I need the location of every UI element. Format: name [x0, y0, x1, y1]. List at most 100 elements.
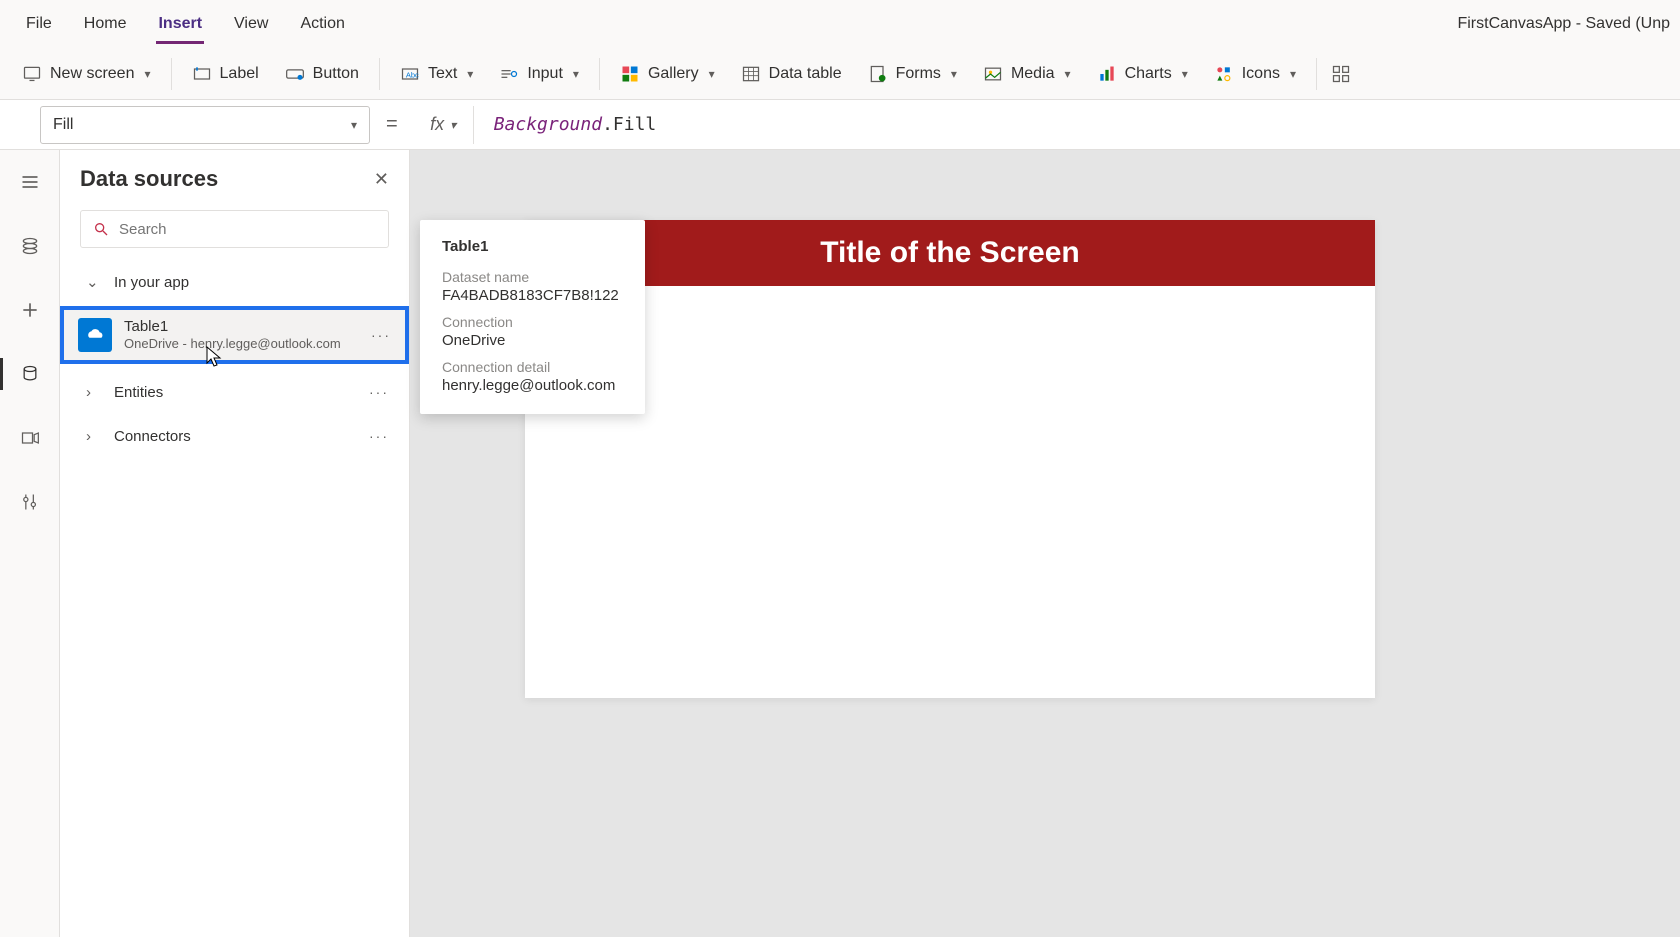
search-input[interactable] [119, 221, 376, 238]
button-label: Button [313, 65, 359, 83]
new-screen-button[interactable]: New screen ▾ [10, 54, 163, 94]
section-connectors[interactable]: › Connectors ··· [60, 414, 409, 458]
data-source-sub: OneDrive - henry.legge@outlook.com [124, 336, 341, 352]
fx-button[interactable]: fx ▾ [414, 106, 474, 144]
button-button[interactable]: Button [273, 54, 371, 94]
chevron-down-icon: ▾ [144, 67, 150, 81]
forms-label: Forms [896, 65, 941, 83]
data-source-item-table1[interactable]: Table1 OneDrive - henry.legge@outlook.co… [60, 306, 409, 364]
chevron-down-icon: ▾ [1182, 67, 1188, 81]
panel-header: Data sources ✕ [60, 150, 409, 202]
media-icon [983, 64, 1003, 84]
canvas[interactable]: Title of the Screen [525, 220, 1375, 698]
media-button[interactable]: Media ▾ [971, 54, 1083, 94]
input-label: Input [527, 65, 563, 83]
icons-button[interactable]: Icons ▾ [1202, 54, 1308, 94]
gallery-icon [620, 64, 640, 84]
data-table-icon [741, 64, 761, 84]
gallery-button[interactable]: Gallery ▾ [608, 54, 727, 94]
media-nav-icon[interactable] [18, 426, 42, 450]
more-icon[interactable]: ··· [369, 428, 389, 444]
tooltip-dataset-label: Dataset name [442, 269, 623, 285]
panel-title: Data sources [80, 166, 218, 192]
hamburger-icon[interactable] [18, 170, 42, 194]
data-icon[interactable] [18, 362, 42, 386]
ribbon: New screen ▾ Label Button Abc Text ▾ Inp… [0, 48, 1680, 100]
screen-icon [22, 64, 42, 84]
app-title: FirstCanvasApp - Saved (Unp [1457, 15, 1670, 33]
property-name: Fill [53, 116, 73, 134]
left-nav [0, 150, 60, 937]
chevron-down-icon: ▾ [450, 118, 456, 132]
forms-button[interactable]: Forms ▾ [856, 54, 969, 94]
chevron-down-icon: ⌄ [86, 273, 100, 291]
menu-view[interactable]: View [218, 0, 284, 48]
equals-sign: = [380, 113, 404, 136]
formula-property: .Fill [602, 114, 656, 135]
separator [379, 58, 380, 90]
label-button[interactable]: Label [180, 54, 271, 94]
data-table-label: Data table [769, 65, 842, 83]
tooltip-detail-value: henry.legge@outlook.com [442, 377, 623, 394]
label-icon [192, 64, 212, 84]
new-screen-label: New screen [50, 65, 134, 83]
data-table-button[interactable]: Data table [729, 54, 854, 94]
charts-button[interactable]: Charts ▾ [1085, 54, 1200, 94]
tools-icon[interactable] [18, 490, 42, 514]
section-in-your-app[interactable]: ⌄ In your app [60, 260, 409, 304]
menu-home[interactable]: Home [68, 0, 143, 48]
label-label: Label [220, 65, 259, 83]
chevron-down-icon: ▾ [709, 67, 715, 81]
formula-bar: Fill ▾ = fx ▾ Background.Fill [0, 100, 1680, 150]
chevron-right-icon: › [86, 428, 100, 445]
chevron-down-icon: ▾ [351, 118, 357, 132]
screen-title-label[interactable]: Title of the Screen [525, 220, 1375, 286]
datasource-tooltip: Table1 Dataset name FA4BADB8183CF7B8!122… [420, 220, 645, 414]
property-selector[interactable]: Fill ▾ [40, 106, 370, 144]
search-box[interactable] [80, 210, 389, 248]
insert-icon[interactable] [18, 298, 42, 322]
menu-file[interactable]: File [10, 0, 68, 48]
onedrive-icon [78, 318, 112, 352]
more-icon[interactable]: ··· [369, 384, 389, 400]
data-source-text: Table1 OneDrive - henry.legge@outlook.co… [124, 318, 341, 352]
separator [599, 58, 600, 90]
icons-icon [1214, 64, 1234, 84]
separator [1316, 58, 1317, 90]
text-label: Text [428, 65, 457, 83]
data-source-name: Table1 [124, 318, 341, 336]
media-label: Media [1011, 65, 1055, 83]
section-label: Entities [114, 384, 163, 401]
search-icon [93, 221, 109, 237]
input-icon [499, 64, 519, 84]
chevron-down-icon: ▾ [951, 67, 957, 81]
input-button[interactable]: Input ▾ [487, 54, 591, 94]
charts-icon [1097, 64, 1117, 84]
tooltip-dataset-value: FA4BADB8183CF7B8!122 [442, 287, 623, 304]
grid-button[interactable] [1325, 54, 1357, 94]
formula-object: Background [494, 114, 602, 135]
more-icon[interactable]: ··· [371, 327, 391, 343]
tree-view-icon[interactable] [18, 234, 42, 258]
close-icon[interactable]: ✕ [374, 169, 389, 190]
fx-label: fx [430, 114, 444, 135]
forms-icon [868, 64, 888, 84]
chevron-right-icon: › [86, 384, 100, 401]
gallery-label: Gallery [648, 65, 699, 83]
grid-icon [1331, 64, 1351, 84]
section-entities[interactable]: › Entities ··· [60, 370, 409, 414]
chevron-down-icon: ▾ [573, 67, 579, 81]
text-icon: Abc [400, 64, 420, 84]
menu-action[interactable]: Action [284, 0, 360, 48]
formula-input[interactable]: Background.Fill [484, 114, 1670, 135]
text-button[interactable]: Abc Text ▾ [388, 54, 485, 94]
tooltip-connection-value: OneDrive [442, 332, 623, 349]
tooltip-title: Table1 [442, 238, 623, 255]
chevron-down-icon: ▾ [1290, 67, 1296, 81]
tooltip-connection-label: Connection [442, 314, 623, 330]
chevron-down-icon: ▾ [467, 67, 473, 81]
menu-insert[interactable]: Insert [142, 0, 218, 48]
data-sources-panel: Data sources ✕ ⌄ In your app Table1 OneD… [60, 150, 410, 937]
charts-label: Charts [1125, 65, 1172, 83]
section-label: In your app [114, 274, 189, 291]
